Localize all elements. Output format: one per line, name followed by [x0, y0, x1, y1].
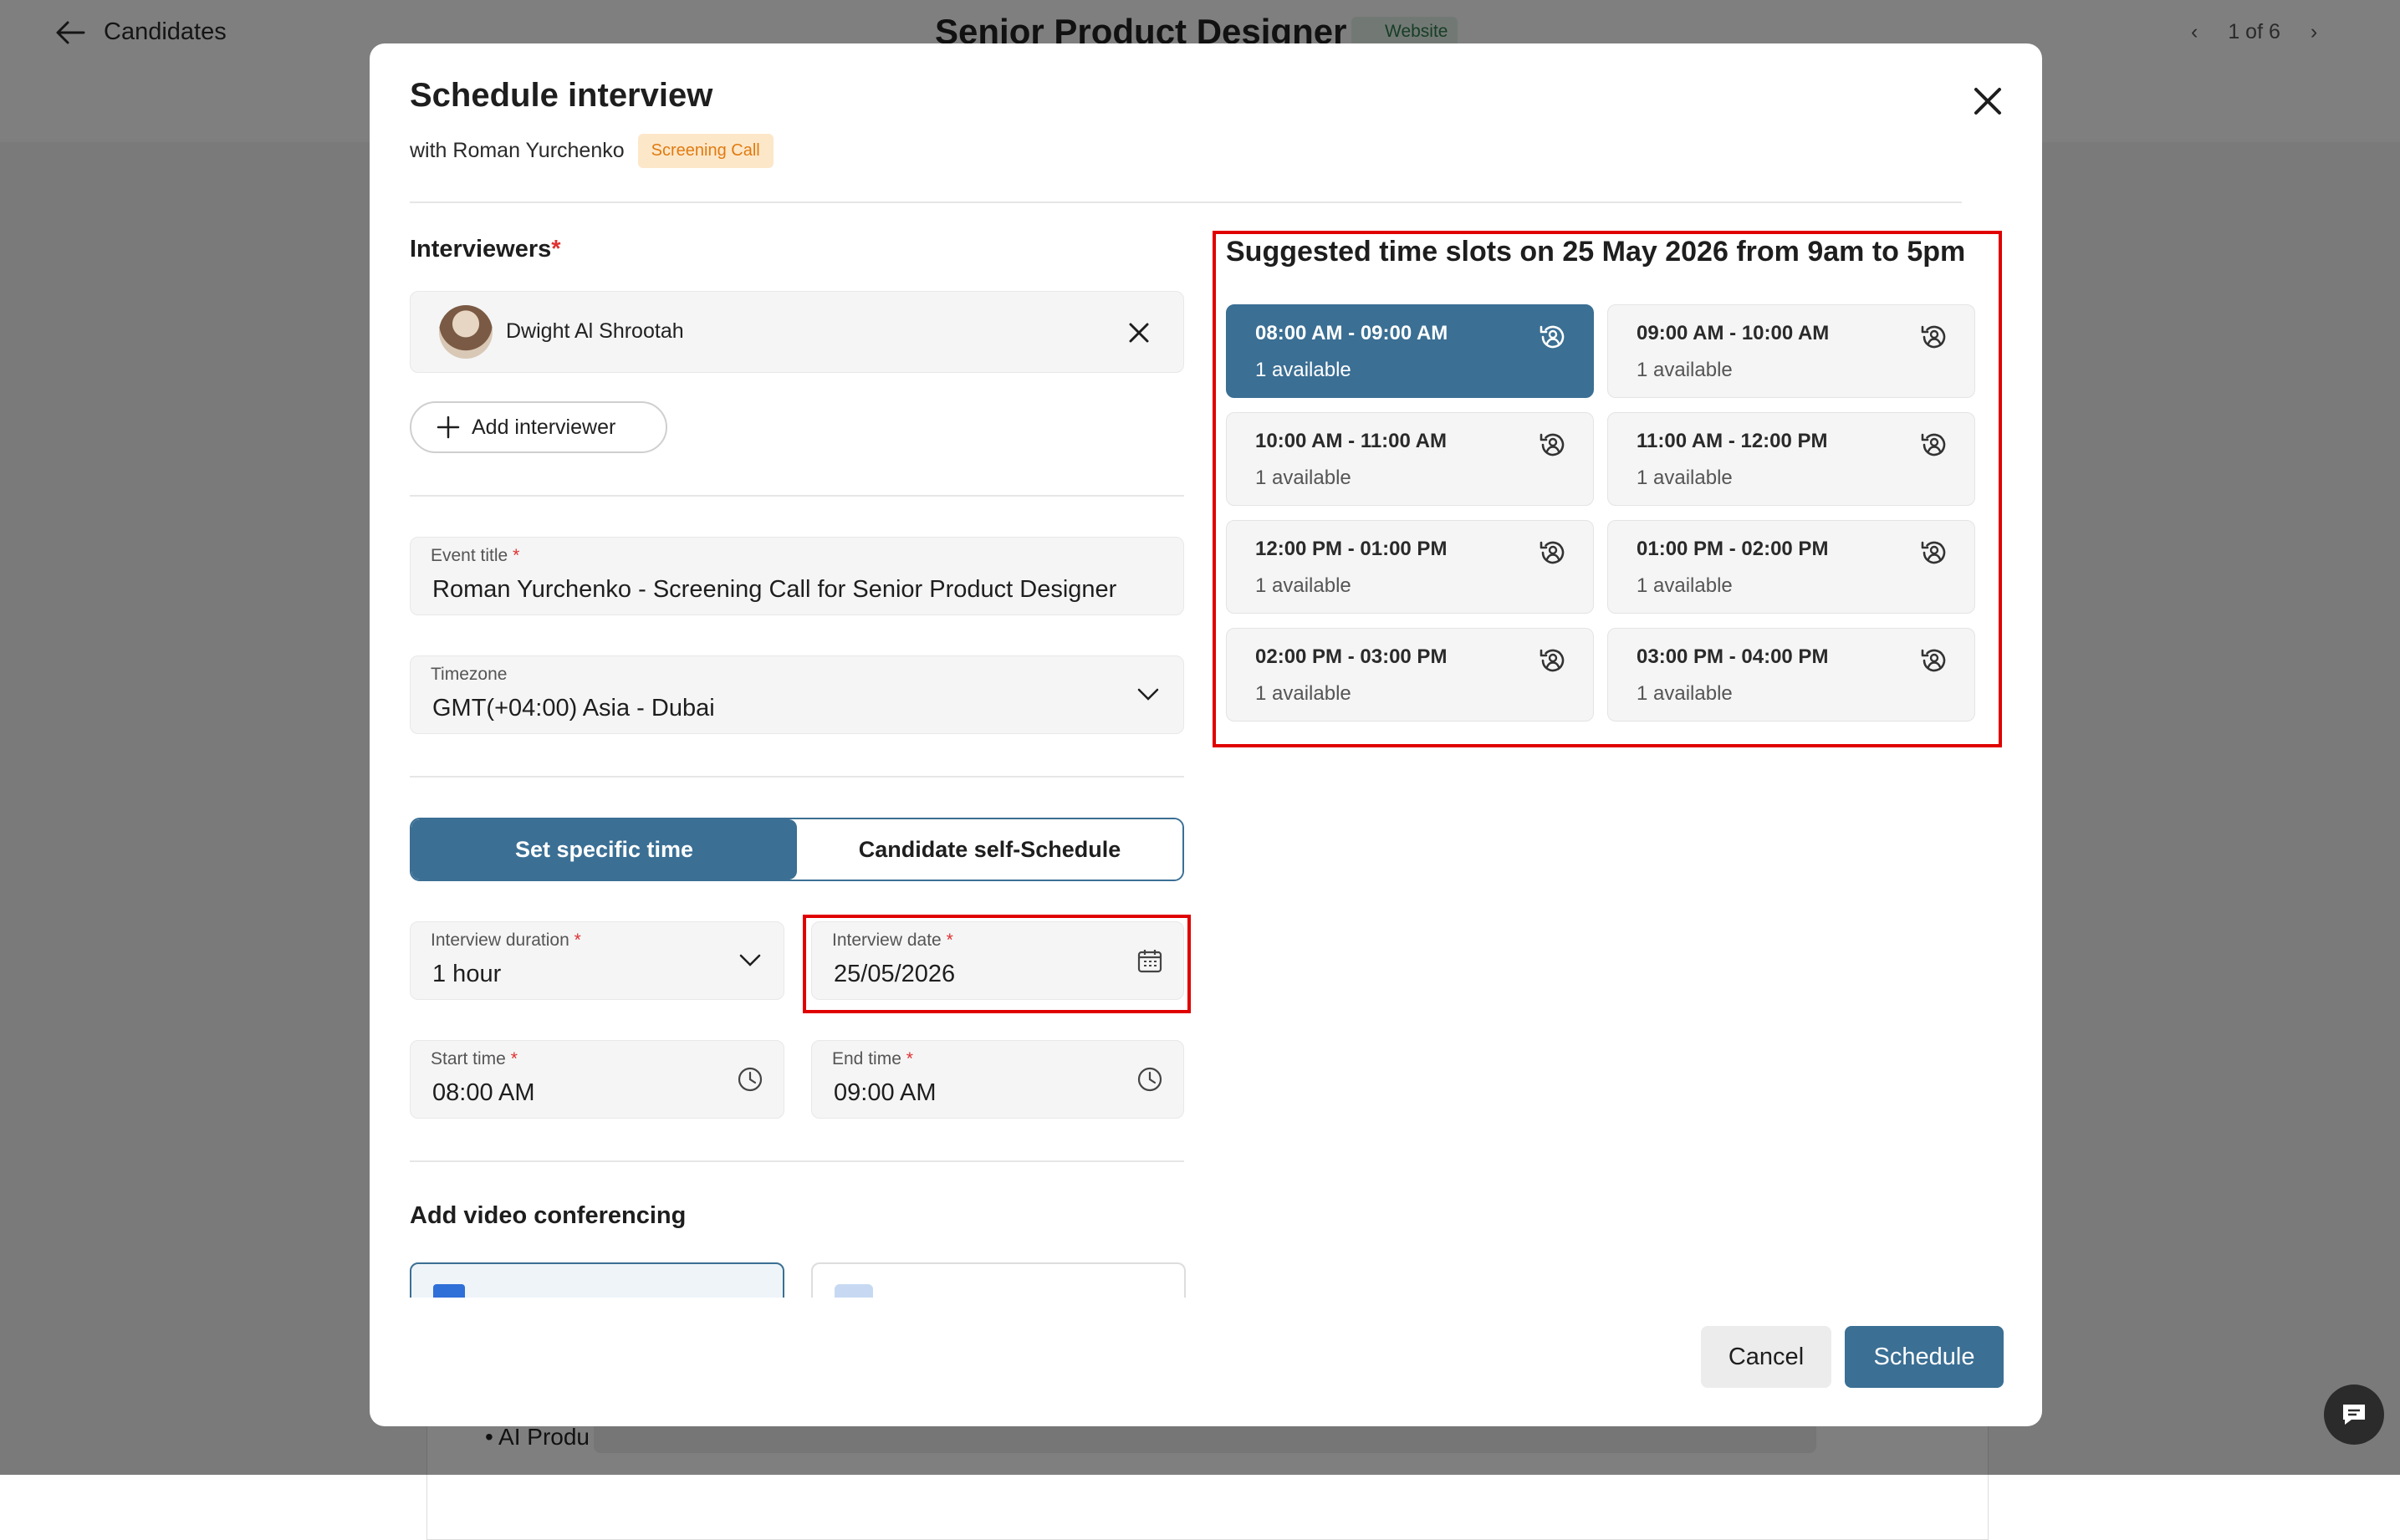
- plus-icon: [437, 416, 460, 439]
- set-specific-time-tab[interactable]: Set specific time: [411, 819, 797, 880]
- close-icon: [1974, 88, 2001, 115]
- modal-title: Schedule interview: [410, 77, 713, 114]
- header-divider: [410, 201, 1962, 203]
- start-time-field[interactable]: Start time * 08:00 AM: [410, 1040, 784, 1119]
- candidate-self-schedule-tab[interactable]: Candidate self-Schedule: [797, 819, 1182, 880]
- video-conferencing-label: Add video conferencing: [410, 1202, 687, 1229]
- chat-icon: [2343, 1405, 2365, 1425]
- end-time-value: 09:00 AM: [834, 1079, 937, 1106]
- schedule-interview-modal: Schedule interview with Roman Yurchenko …: [370, 43, 2042, 1426]
- chevron-down-icon: [735, 946, 765, 976]
- remove-interviewer-button[interactable]: [1125, 319, 1153, 347]
- cancel-button[interactable]: Cancel: [1701, 1326, 1831, 1388]
- clock-icon[interactable]: [735, 1064, 765, 1094]
- stage-badge: Screening Call: [637, 134, 774, 168]
- timezone-value: GMT(+04:00) Asia - Dubai: [432, 695, 715, 722]
- date-highlight-box: [803, 915, 1191, 1013]
- chat-button[interactable]: [2324, 1384, 2384, 1445]
- modal-subtitle: with Roman Yurchenko Screening Call: [410, 134, 774, 168]
- interviewer-name: Dwight Al Shrootah: [506, 319, 684, 343]
- timezone-select[interactable]: Timezone GMT(+04:00) Asia - Dubai: [410, 655, 1184, 734]
- end-time-field[interactable]: End time * 09:00 AM: [811, 1040, 1184, 1119]
- scroll-fade: [370, 1298, 1206, 1348]
- interviewer-chip: Dwight Al Shrootah: [410, 291, 1184, 373]
- section-divider: [410, 1160, 1184, 1162]
- chevron-down-icon: [1133, 680, 1163, 710]
- section-divider: [410, 495, 1184, 497]
- avatar: [439, 305, 493, 359]
- duration-value: 1 hour: [432, 961, 502, 987]
- section-divider: [410, 776, 1184, 778]
- slots-highlight-box: [1213, 231, 2002, 747]
- event-title-field[interactable]: Event title * Roman Yurchenko - Screenin…: [410, 537, 1184, 615]
- interview-duration-select[interactable]: Interview duration * 1 hour: [410, 921, 784, 1000]
- add-interviewer-button[interactable]: Add interviewer: [410, 401, 667, 453]
- schedule-button[interactable]: Schedule: [1845, 1326, 2004, 1388]
- close-icon: [1129, 323, 1149, 343]
- close-button[interactable]: [1967, 80, 2009, 122]
- interviewers-label: Interviewers*: [410, 236, 561, 263]
- event-title-value: Roman Yurchenko - Screening Call for Sen…: [432, 576, 1117, 603]
- schedule-mode-toggle: Set specific time Candidate self-Schedul…: [410, 818, 1184, 881]
- candidate-with-text: with Roman Yurchenko: [410, 139, 625, 162]
- start-time-value: 08:00 AM: [432, 1079, 535, 1106]
- clock-icon[interactable]: [1135, 1064, 1165, 1094]
